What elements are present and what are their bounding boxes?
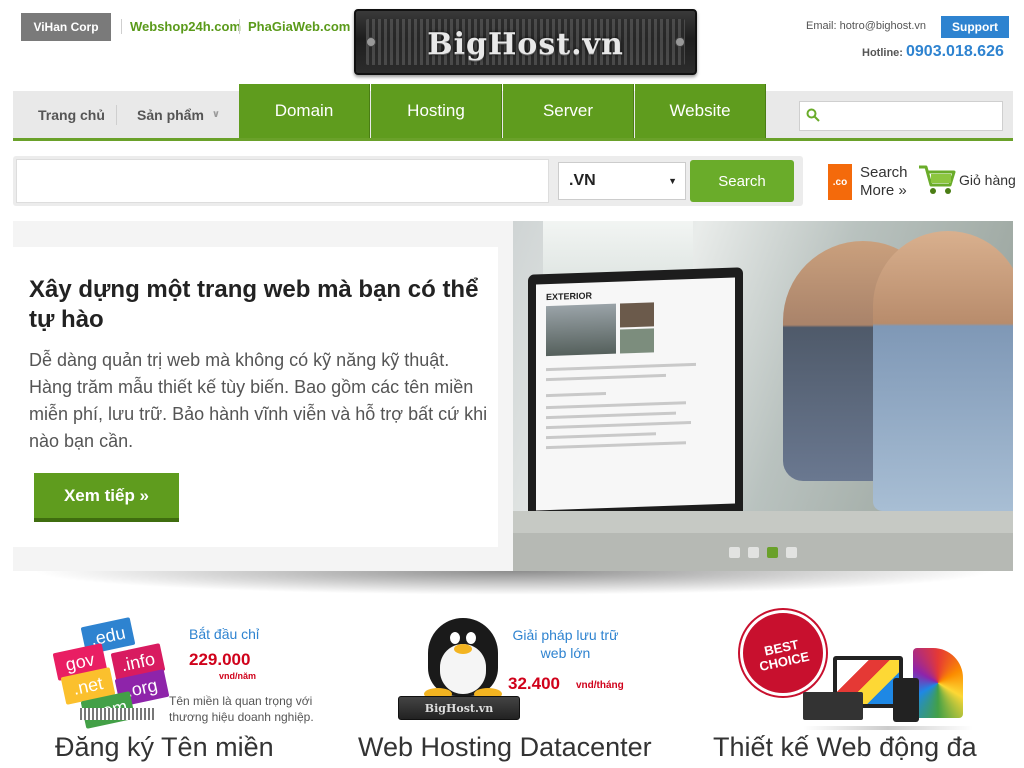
- domain-search-button[interactable]: Search: [690, 160, 794, 202]
- screen-heading: EXTERIOR: [546, 290, 593, 303]
- nav-products-label: Sản phẩm: [137, 106, 204, 123]
- nav-item-hosting[interactable]: Hosting: [371, 84, 502, 138]
- screen-image-3: [620, 328, 654, 354]
- screen-text-line: [546, 441, 686, 450]
- slider-dot[interactable]: [748, 546, 759, 558]
- screen-text-line: [546, 411, 676, 420]
- hosting-price: 32.400: [508, 674, 560, 693]
- feature-domain[interactable]: .edu gov .info .net .org .com Bắt đầu ch…: [52, 608, 335, 768]
- devices-shadow: [803, 726, 973, 730]
- domain-price-unit: vnd/năm: [219, 671, 257, 681]
- photo-monitor: EXTERIOR: [528, 267, 743, 525]
- nav-item-domain[interactable]: Domain: [239, 84, 370, 138]
- site-search-box[interactable]: [799, 101, 1003, 131]
- hero-photo: EXTERIOR: [513, 221, 1013, 571]
- slider-dot[interactable]: [786, 546, 797, 558]
- hero-shadow: [30, 571, 996, 595]
- bighost-logo[interactable]: BigHost.vn: [354, 9, 697, 75]
- domain-card-title[interactable]: Đăng ký Tên miền: [55, 732, 274, 763]
- domain-search-bar: .VN ▼ Search: [13, 156, 803, 206]
- screen-image-building: [546, 303, 616, 357]
- tux-eye-left: [450, 632, 460, 644]
- support-button[interactable]: Support: [941, 16, 1009, 38]
- dropdown-caret-icon: ▼: [668, 176, 677, 186]
- screen-text-line: [546, 421, 691, 430]
- nav-separator: [116, 105, 117, 125]
- tux-eye-right: [466, 632, 476, 644]
- hero-slider: Xây dựng một trang web mà bạn có thể tự …: [13, 221, 1013, 571]
- tux-beak: [454, 644, 472, 654]
- screen-text-line: [546, 373, 666, 382]
- chevron-down-icon: ∨: [211, 109, 221, 120]
- domain-start-label: Bắt đầu chỉ: [189, 626, 260, 642]
- slider-dots: [513, 533, 1013, 571]
- top-bar: ViHan Corp Webshop24h.com PhaGiaWeb.com …: [0, 0, 1024, 88]
- support-email: Email: hotro@bighost.vn: [806, 20, 927, 32]
- domain-price: 229.000: [189, 650, 251, 669]
- hotline-label: Hotline:: [862, 47, 903, 59]
- screen-image-2: [620, 302, 654, 328]
- screen-text-line: [546, 392, 606, 398]
- domain-search-input[interactable]: [16, 159, 549, 203]
- nav-item-server[interactable]: Server: [503, 84, 634, 138]
- hotline-number: 0903.018.626: [906, 43, 1004, 60]
- nav-item-products[interactable]: Sản phẩm ∨: [137, 91, 220, 138]
- slider-dot[interactable]: [729, 546, 740, 558]
- hero-description: Dễ dàng quản trị web mà không có kỹ năng…: [29, 350, 488, 451]
- server-graphic: BigHost.vn: [398, 696, 520, 720]
- hosting-card-title[interactable]: Web Hosting Datacenter: [358, 732, 652, 763]
- barcode-graphic: [80, 708, 155, 720]
- co-domain-icon[interactable]: .co: [828, 164, 852, 200]
- screen-text-line: [546, 401, 686, 410]
- phagiaweb-link[interactable]: PhaGiaWeb.com: [239, 19, 350, 34]
- devices-graphic: [803, 648, 973, 730]
- hosting-solution-label: Giải pháp lưu trữ web lớn: [512, 627, 619, 661]
- device-laptop: [803, 692, 863, 720]
- search-more-line1: Search: [860, 164, 908, 181]
- screen-text-line: [546, 362, 696, 372]
- feature-web-design[interactable]: BEST CHOICE Thiết kế Web động đa: [713, 608, 1013, 768]
- search-icon: [806, 108, 820, 122]
- search-more-link[interactable]: Search More »: [860, 164, 908, 200]
- tld-select[interactable]: .VN ▼: [558, 162, 686, 200]
- color-swatch-fan: [913, 648, 963, 718]
- logo-text: BigHost.vn: [427, 27, 624, 62]
- cart-icon[interactable]: [918, 163, 956, 197]
- hosting-price-unit: vnd/tháng: [576, 680, 624, 691]
- nav-item-home[interactable]: Trang chủ: [38, 91, 105, 138]
- site-search-input[interactable]: [826, 105, 996, 127]
- main-nav: Trang chủ Sản phẩm ∨ Domain Hosting Serv…: [13, 84, 1013, 141]
- photo-person-younger: [873, 231, 1013, 511]
- nav-item-website[interactable]: Website: [635, 84, 766, 138]
- search-more-line2: More »: [860, 182, 907, 199]
- hero-title: Xây dựng một trang web mà bạn có thể tự …: [29, 276, 479, 333]
- slider-dot[interactable]: [767, 546, 778, 558]
- device-phone: [893, 678, 919, 722]
- domain-note: Tên miền là quan trọng với thương hiệu d…: [169, 694, 314, 724]
- cart-label[interactable]: Giỏ hàng: [959, 172, 1016, 188]
- hero-text-panel: Xây dựng một trang web mà bạn có thể tự …: [13, 247, 498, 547]
- tld-selected-value: .VN: [569, 172, 596, 189]
- design-card-title[interactable]: Thiết kế Web động đa: [713, 732, 977, 763]
- read-more-button[interactable]: Xem tiếp »: [34, 473, 179, 522]
- feature-hosting[interactable]: BigHost.vn Giải pháp lưu trữ web lớn 32.…: [358, 608, 678, 768]
- webshop24h-link[interactable]: Webshop24h.com: [121, 19, 241, 34]
- corp-badge[interactable]: ViHan Corp: [21, 13, 111, 41]
- photo-monitor-screen: EXTERIOR: [536, 277, 735, 511]
- screen-text-line: [546, 432, 656, 440]
